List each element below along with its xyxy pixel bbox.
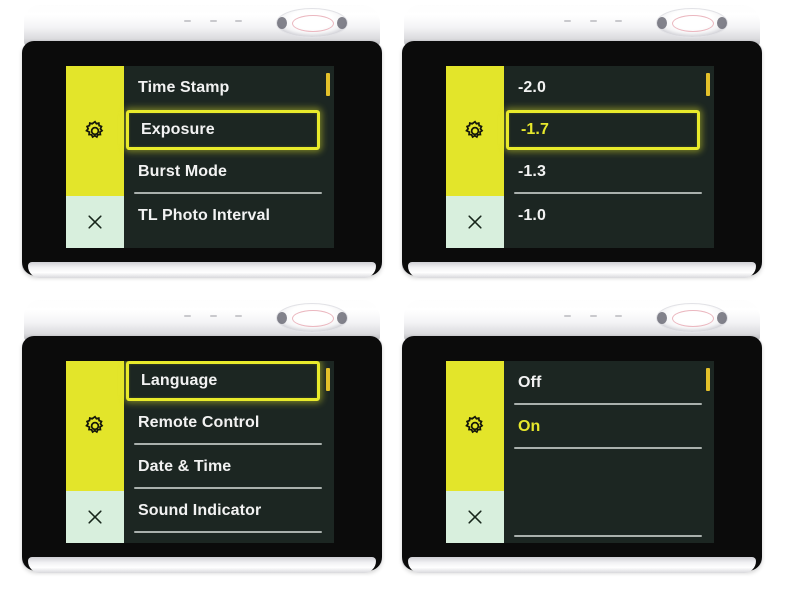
settings-gear-button[interactable] bbox=[66, 66, 124, 196]
close-x-icon bbox=[88, 215, 102, 229]
camera-bottom-rail bbox=[28, 557, 376, 573]
gear-icon bbox=[85, 120, 104, 139]
camera-device-top-right: -2.0 -1.7 -1.3 -1.0 bbox=[402, 4, 762, 286]
gear-icon bbox=[465, 120, 484, 139]
close-menu-button[interactable] bbox=[446, 491, 504, 543]
menu-item-label: -1.0 bbox=[518, 207, 546, 224]
menu-item[interactable]: Off bbox=[504, 361, 714, 405]
menu-item[interactable]: Time Stamp bbox=[124, 66, 334, 110]
menu-item[interactable]: -2.0 bbox=[504, 66, 714, 110]
camera-top-deck bbox=[24, 299, 380, 343]
side-rail bbox=[66, 66, 124, 248]
close-x-icon bbox=[468, 215, 482, 229]
side-rail bbox=[446, 361, 504, 543]
side-rail bbox=[446, 66, 504, 248]
menu-item[interactable]: Sound Indicator bbox=[124, 489, 334, 533]
microphone-dots-icon bbox=[564, 313, 622, 319]
camera-bottom-rail bbox=[408, 262, 756, 278]
menu-item-label: Exposure bbox=[141, 121, 215, 138]
settings-gear-button[interactable] bbox=[66, 361, 124, 491]
camera-bottom-rail bbox=[28, 262, 376, 278]
menu-item-label: Remote Control bbox=[138, 414, 260, 431]
gear-icon bbox=[465, 415, 484, 434]
menu-item[interactable]: -1.3 bbox=[504, 150, 714, 194]
menu-item[interactable] bbox=[504, 449, 714, 493]
microphone-dots-icon bbox=[564, 18, 622, 24]
camera-bottom-rail bbox=[408, 557, 756, 573]
menu-item-label: Off bbox=[518, 374, 542, 391]
close-menu-button[interactable] bbox=[446, 196, 504, 248]
menu-list[interactable]: Time Stamp Exposure Burst Mode TL Photo … bbox=[124, 66, 334, 248]
camera-device-bottom-left: Language Remote Control Date & Time Soun… bbox=[22, 299, 382, 581]
camera-top-deck bbox=[24, 4, 380, 48]
menu-item[interactable] bbox=[504, 493, 714, 537]
menu-item-selected[interactable]: -1.7 bbox=[506, 110, 700, 150]
menu-item-label: Time Stamp bbox=[138, 79, 230, 96]
menu-item-label: Language bbox=[141, 372, 218, 389]
settings-gear-button[interactable] bbox=[446, 361, 504, 491]
close-menu-button[interactable] bbox=[66, 491, 124, 543]
menu-item[interactable]: TL Photo Interval bbox=[124, 194, 334, 238]
menu-item[interactable]: Remote Control bbox=[124, 401, 334, 445]
menu-rows: Off On bbox=[504, 361, 714, 537]
menu-item-label: Burst Mode bbox=[138, 163, 227, 180]
menu-list[interactable]: -2.0 -1.7 -1.3 -1.0 bbox=[504, 66, 714, 248]
camera-top-deck bbox=[404, 299, 760, 343]
scrollbar-thumb[interactable] bbox=[706, 73, 710, 96]
menu-item-label: TL Photo Interval bbox=[138, 207, 271, 224]
menu-item-label: Sound Indicator bbox=[138, 502, 262, 519]
camera-device-top-left: Time Stamp Exposure Burst Mode TL Photo … bbox=[22, 4, 382, 286]
shutter-button-icon[interactable] bbox=[276, 303, 348, 333]
scrollbar-thumb[interactable] bbox=[326, 73, 330, 96]
lcd-screen-on-off-toggle[interactable]: Off On bbox=[446, 361, 714, 543]
scrollbar-thumb[interactable] bbox=[706, 368, 710, 391]
menu-item-selected[interactable]: Exposure bbox=[126, 110, 320, 150]
menu-rows: Language Remote Control Date & Time Soun… bbox=[124, 361, 334, 533]
menu-rows: -2.0 -1.7 -1.3 -1.0 bbox=[504, 66, 714, 238]
menu-item[interactable]: -1.0 bbox=[504, 194, 714, 238]
close-x-icon bbox=[88, 510, 102, 524]
menu-item-label: -2.0 bbox=[518, 79, 546, 96]
menu-item[interactable]: Date & Time bbox=[124, 445, 334, 489]
menu-item[interactable]: Burst Mode bbox=[124, 150, 334, 194]
menu-item-label: Date & Time bbox=[138, 458, 232, 475]
camera-top-deck bbox=[404, 4, 760, 48]
gear-icon bbox=[85, 415, 104, 434]
microphone-dots-icon bbox=[184, 18, 242, 24]
menu-item-label: -1.7 bbox=[521, 121, 549, 138]
microphone-dots-icon bbox=[184, 313, 242, 319]
lcd-screen-settings-menu[interactable]: Time Stamp Exposure Burst Mode TL Photo … bbox=[66, 66, 334, 248]
shutter-button-icon[interactable] bbox=[276, 8, 348, 38]
camera-device-bottom-right: Off On bbox=[402, 299, 762, 581]
menu-list[interactable]: Language Remote Control Date & Time Soun… bbox=[124, 361, 334, 543]
lcd-screen-system-menu[interactable]: Language Remote Control Date & Time Soun… bbox=[66, 361, 334, 543]
shutter-button-icon[interactable] bbox=[656, 8, 728, 38]
menu-list[interactable]: Off On bbox=[504, 361, 714, 543]
scrollbar-thumb[interactable] bbox=[326, 368, 330, 391]
menu-item-label: -1.3 bbox=[518, 163, 546, 180]
menu-item-selected[interactable]: Language bbox=[126, 361, 320, 401]
menu-item-label: On bbox=[518, 418, 541, 435]
screenshot-canvas: Time Stamp Exposure Burst Mode TL Photo … bbox=[0, 0, 800, 597]
settings-gear-button[interactable] bbox=[446, 66, 504, 196]
close-menu-button[interactable] bbox=[66, 196, 124, 248]
side-rail bbox=[66, 361, 124, 543]
menu-rows: Time Stamp Exposure Burst Mode TL Photo … bbox=[124, 66, 334, 238]
close-x-icon bbox=[468, 510, 482, 524]
shutter-button-icon[interactable] bbox=[656, 303, 728, 333]
menu-item-active[interactable]: On bbox=[504, 405, 714, 449]
lcd-screen-exposure-values[interactable]: -2.0 -1.7 -1.3 -1.0 bbox=[446, 66, 714, 248]
